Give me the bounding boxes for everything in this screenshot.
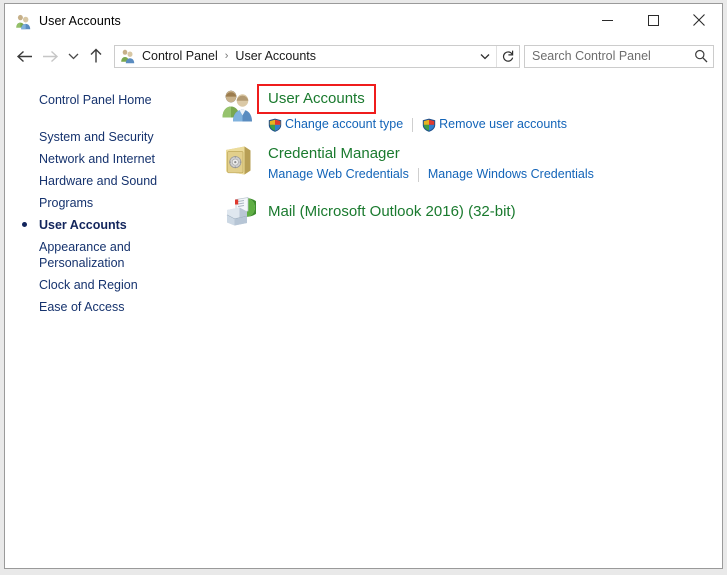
uac-shield-icon <box>422 118 436 132</box>
maximize-button[interactable] <box>630 4 676 36</box>
category-text-mail: Mail (Microsoft Outlook 2016) (32-bit) <box>268 193 516 230</box>
sidebar-item-clock-and-region[interactable]: Clock and Region <box>5 274 148 296</box>
uac-shield-icon <box>268 118 282 132</box>
sidebar-item-hardware-and-sound[interactable]: Hardware and Sound <box>5 170 167 192</box>
navigation-bar: Control Panel › User Accounts <box>5 38 722 74</box>
link-separator <box>417 167 419 182</box>
breadcrumb-item-user-accounts[interactable]: User Accounts <box>233 49 318 63</box>
chevron-down-icon[interactable] <box>474 46 496 67</box>
category-credential-manager: Credential Manager Manage Web Credential… <box>220 143 708 183</box>
sidebar-item-appearance-and-personalization[interactable]: Appearance and Personalization <box>5 236 220 274</box>
minimize-button[interactable] <box>584 4 630 36</box>
user-accounts-icon <box>220 87 256 123</box>
window-title: User Accounts <box>39 14 121 28</box>
breadcrumb-item-control-panel[interactable]: Control Panel <box>140 49 220 63</box>
forward-button <box>37 43 63 69</box>
link-manage-windows-credentials[interactable]: Manage Windows Credentials <box>428 166 594 183</box>
category-text-credential-manager: Credential Manager Manage Web Credential… <box>268 143 594 183</box>
user-accounts-icon <box>15 13 32 30</box>
category-user-accounts: User Accounts Change account type Remove… <box>220 84 708 133</box>
category-title-user-accounts[interactable]: User Accounts <box>257 84 376 114</box>
sidebar-item-network-and-internet[interactable]: Network and Internet <box>5 148 165 170</box>
up-level-button[interactable] <box>83 43 109 69</box>
category-title-credential-manager[interactable]: Credential Manager <box>268 144 400 164</box>
recent-locations-button[interactable] <box>63 43 83 69</box>
category-text-user-accounts: User Accounts Change account type Remove… <box>257 84 567 133</box>
address-bar[interactable]: Control Panel › User Accounts <box>114 44 520 68</box>
category-links-credential-manager: Manage Web Credentials Manage Windows Cr… <box>268 166 594 183</box>
category-mail: Mail (Microsoft Outlook 2016) (32-bit) <box>220 193 708 230</box>
title-bar: User Accounts <box>5 4 722 38</box>
close-button[interactable] <box>676 4 722 36</box>
link-manage-web-credentials[interactable]: Manage Web Credentials <box>268 166 409 183</box>
sidebar-item-user-accounts[interactable]: User Accounts <box>5 214 137 236</box>
sidebar: Control Panel Home System and Security N… <box>5 74 220 568</box>
link-remove-user-accounts[interactable]: Remove user accounts <box>422 116 567 133</box>
search-box[interactable] <box>524 44 714 68</box>
category-title-mail[interactable]: Mail (Microsoft Outlook 2016) (32-bit) <box>268 194 516 230</box>
window-body: Control Panel Home System and Security N… <box>5 74 722 568</box>
screen: User Accounts Control Panel › User Accou… <box>0 0 727 575</box>
breadcrumb-separator[interactable]: › <box>220 50 234 62</box>
control-panel-window: User Accounts Control Panel › User Accou… <box>4 3 723 569</box>
category-links-user-accounts: Change account type Remove user accounts <box>268 116 567 133</box>
sidebar-item-control-panel-home[interactable]: Control Panel Home <box>5 89 162 111</box>
link-label-remove-user-accounts: Remove user accounts <box>439 117 567 131</box>
link-separator <box>412 117 414 132</box>
mail-icon <box>220 193 260 229</box>
sidebar-item-system-and-security[interactable]: System and Security <box>5 126 164 148</box>
back-button[interactable] <box>11 43 37 69</box>
search-icon[interactable] <box>689 46 713 67</box>
link-change-account-type[interactable]: Change account type <box>268 116 403 133</box>
sidebar-item-programs[interactable]: Programs <box>5 192 103 214</box>
breadcrumb-icon <box>120 48 136 64</box>
refresh-icon[interactable] <box>497 46 519 67</box>
content-area: User Accounts Change account type Remove… <box>220 74 722 568</box>
link-label-change-account-type: Change account type <box>285 117 404 131</box>
sidebar-item-ease-of-access[interactable]: Ease of Access <box>5 296 134 318</box>
search-input[interactable] <box>525 49 689 63</box>
window-controls <box>584 4 722 36</box>
credential-vault-icon <box>220 143 256 179</box>
